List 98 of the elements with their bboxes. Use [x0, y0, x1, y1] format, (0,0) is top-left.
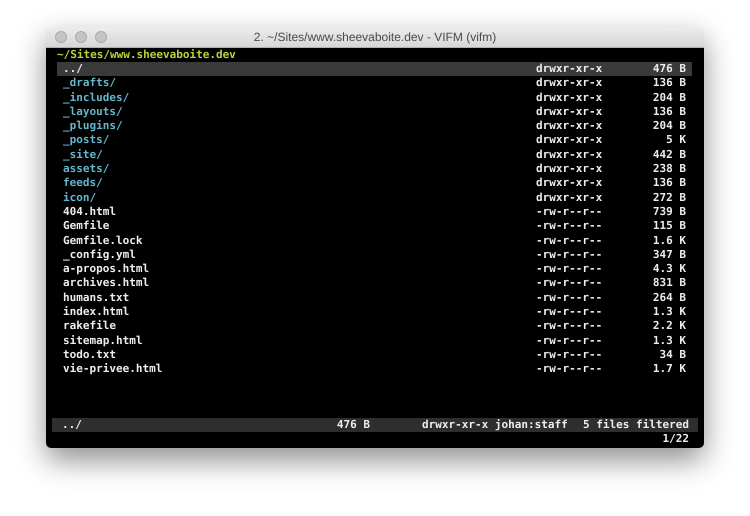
window-title: 2. ~/Sites/www.sheevaboite.dev - VIFM (vifm) [254, 30, 496, 44]
file-name: _config.yml [63, 248, 137, 262]
file-size: 34 B [658, 348, 686, 362]
file-row[interactable]: feeds/ drwxr-xr-x 136 B [57, 176, 692, 191]
file-name: ../ [63, 62, 84, 76]
file-row[interactable]: Gemfile.lock -rw-r--r-- 1.6 K [57, 234, 692, 248]
file-size: 204 B [652, 119, 686, 134]
file-permissions: drwxr-xr-x [536, 176, 604, 191]
file-size: 136 B [652, 104, 686, 120]
file-size: 442 B [652, 148, 686, 162]
file-size: 739 B [652, 204, 686, 220]
file-row[interactable]: _posts/ drwxr-xr-x 5 K [57, 133, 692, 148]
file-row[interactable]: rakefile -rw-r--r-- 2.2 K [57, 319, 692, 334]
file-permissions: drwxr-xr-x [536, 190, 604, 205]
file-size: 264 B [652, 290, 686, 306]
file-row[interactable]: _site/ drwxr-xr-x 442 B [57, 148, 692, 162]
file-name: _includes/ [63, 90, 130, 105]
file-permissions: -rw-r--r-- [536, 319, 604, 334]
file-name: _site/ [63, 148, 104, 162]
file-name: icon/ [63, 190, 98, 205]
file-name: feeds/ [63, 176, 104, 191]
file-row[interactable]: vie-privee.html -rw-r--r-- 1.7 K [57, 362, 692, 377]
status-file-size: 476 B [336, 418, 370, 432]
file-row[interactable]: icon/ drwxr-xr-x 272 B [57, 190, 692, 205]
file-name: a-propos.html [63, 262, 150, 276]
file-size: 136 B [652, 76, 686, 91]
filter-status: 5 files filtered [582, 418, 689, 432]
zoom-button[interactable] [95, 31, 107, 43]
current-path: ~/Sites/www.sheevaboite.dev [57, 48, 237, 62]
file-name: 404.html [63, 204, 117, 220]
file-name: sitemap.html [63, 334, 144, 348]
file-size: 1.3 K [652, 334, 686, 348]
file-row[interactable]: archives.html -rw-r--r-- 831 B [57, 276, 692, 291]
status-file-info: drwxr-xr-x johan:staff [422, 418, 568, 432]
file-row[interactable]: _drafts/ drwxr-xr-x 136 B [57, 76, 692, 91]
file-size: 347 B [652, 248, 686, 262]
file-row[interactable]: sitemap.html -rw-r--r-- 1.3 K [57, 334, 692, 348]
file-row[interactable]: ../ drwxr-xr-x 476 B [57, 62, 692, 76]
file-size: 238 B [652, 162, 686, 176]
file-size: 136 B [652, 176, 686, 191]
file-permissions: -rw-r--r-- [536, 276, 604, 291]
file-name: todo.txt [63, 348, 117, 362]
file-row[interactable]: _plugins/ drwxr-xr-x 204 B [57, 119, 692, 134]
file-row[interactable]: assets/ drwxr-xr-x 238 B [57, 162, 692, 176]
file-permissions: drwxr-xr-x [536, 148, 604, 162]
file-permissions: -rw-r--r-- [536, 204, 604, 220]
file-permissions: drwxr-xr-x [536, 104, 604, 120]
file-permissions: drwxr-xr-x [536, 162, 604, 176]
minimize-button[interactable] [75, 31, 87, 43]
file-name: _layouts/ [63, 104, 124, 120]
file-permissions: drwxr-xr-x [536, 62, 604, 76]
file-name: index.html [63, 305, 130, 320]
close-button[interactable] [55, 31, 67, 43]
file-size: 5 K [665, 133, 686, 148]
file-row[interactable]: a-propos.html -rw-r--r-- 4.3 K [57, 262, 692, 276]
status-file-name: ../ [62, 418, 83, 432]
file-name: Gemfile [63, 219, 110, 234]
file-permissions: -rw-r--r-- [536, 248, 604, 262]
position-indicator: 1/22 [662, 432, 689, 445]
file-name: assets/ [63, 162, 110, 176]
file-name: archives.html [63, 276, 150, 291]
file-name: Gemfile.lock [63, 234, 144, 248]
file-row[interactable]: todo.txt -rw-r--r-- 34 B [57, 348, 692, 362]
file-permissions: -rw-r--r-- [536, 348, 604, 362]
file-size: 1.3 K [652, 305, 686, 320]
file-name: humans.txt [63, 290, 130, 306]
file-permissions: -rw-r--r-- [536, 334, 604, 348]
file-row[interactable]: humans.txt -rw-r--r-- 264 B [57, 290, 692, 306]
file-permissions: -rw-r--r-- [536, 262, 604, 276]
file-size: 272 B [652, 190, 686, 205]
file-size: 115 B [652, 219, 686, 234]
file-name: _drafts/ [63, 76, 117, 91]
file-permissions: drwxr-xr-x [536, 90, 604, 105]
file-permissions: -rw-r--r-- [536, 305, 604, 320]
file-row[interactable]: _layouts/ drwxr-xr-x 136 B [57, 104, 692, 120]
file-permissions: drwxr-xr-x [536, 133, 604, 148]
file-name: rakefile [63, 319, 117, 334]
file-row[interactable]: _config.yml -rw-r--r-- 347 B [57, 248, 692, 262]
file-permissions: -rw-r--r-- [536, 219, 604, 234]
file-size: 204 B [652, 90, 686, 105]
file-permissions: -rw-r--r-- [536, 362, 604, 377]
file-size: 831 B [652, 276, 686, 291]
file-permissions: -rw-r--r-- [536, 290, 604, 306]
file-size: 1.6 K [652, 234, 686, 248]
file-permissions: -rw-r--r-- [536, 234, 604, 248]
file-name: _plugins/ [63, 119, 124, 134]
file-row[interactable]: _includes/ drwxr-xr-x 204 B [57, 90, 692, 105]
file-name: vie-privee.html [63, 362, 164, 377]
file-row[interactable]: 404.html -rw-r--r-- 739 B [57, 204, 692, 220]
file-row[interactable]: Gemfile -rw-r--r-- 115 B [57, 219, 692, 234]
file-name: _posts/ [63, 133, 110, 148]
file-permissions: drwxr-xr-x [536, 76, 604, 91]
file-size: 1.7 K [652, 362, 686, 377]
file-row[interactable]: index.html -rw-r--r-- 1.3 K [57, 305, 692, 320]
file-permissions: drwxr-xr-x [536, 119, 604, 134]
file-size: 2.2 K [652, 319, 686, 334]
file-size: 4.3 K [652, 262, 686, 276]
file-size: 476 B [652, 62, 686, 76]
